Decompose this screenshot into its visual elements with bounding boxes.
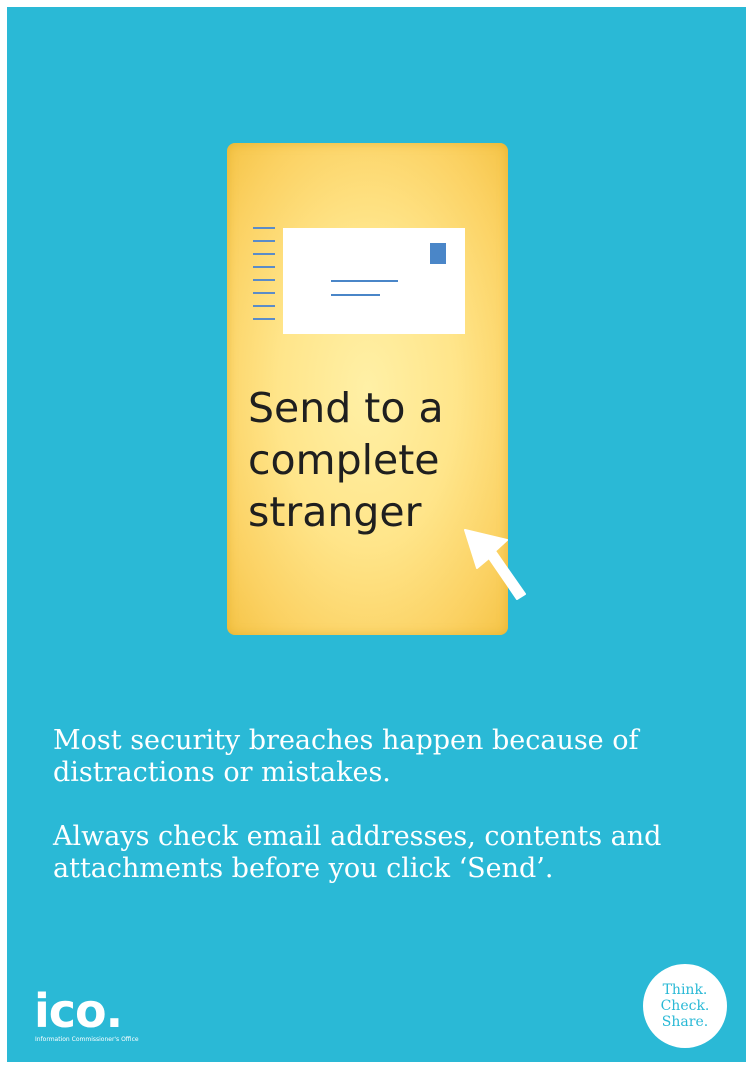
ico-logo: ico. Information Commissioner's Office xyxy=(34,985,139,1043)
message-text: Most security breaches happen because of… xyxy=(53,725,733,917)
message-paragraph-2: Always check email addresses, contents a… xyxy=(53,821,662,884)
cursor-arrow-icon xyxy=(464,529,526,600)
badge-line-2: Check. xyxy=(660,998,710,1014)
message-paragraph-1: Most security breaches happen because of… xyxy=(53,725,639,788)
stamp-icon xyxy=(430,243,446,264)
card-line-1: Send to a xyxy=(248,384,444,432)
badge-line-1: Think. xyxy=(662,982,708,998)
card-headline: Send to a complete stranger xyxy=(248,382,498,538)
poster: Send to a complete stranger Most securit… xyxy=(7,7,746,1062)
think-check-share-badge: Think. Check. Share. xyxy=(643,964,727,1048)
svg-text:ico.: ico. xyxy=(34,985,122,1038)
svg-text:Information Commissioner's Off: Information Commissioner's Office xyxy=(35,1036,139,1043)
speed-lines-icon xyxy=(253,227,275,320)
email-card: Send to a complete stranger xyxy=(227,143,526,635)
card-line-3: stranger xyxy=(248,488,422,536)
envelope-icon xyxy=(283,228,465,334)
badge-line-3: Share. xyxy=(661,1014,709,1030)
card-line-2: complete xyxy=(248,436,440,484)
